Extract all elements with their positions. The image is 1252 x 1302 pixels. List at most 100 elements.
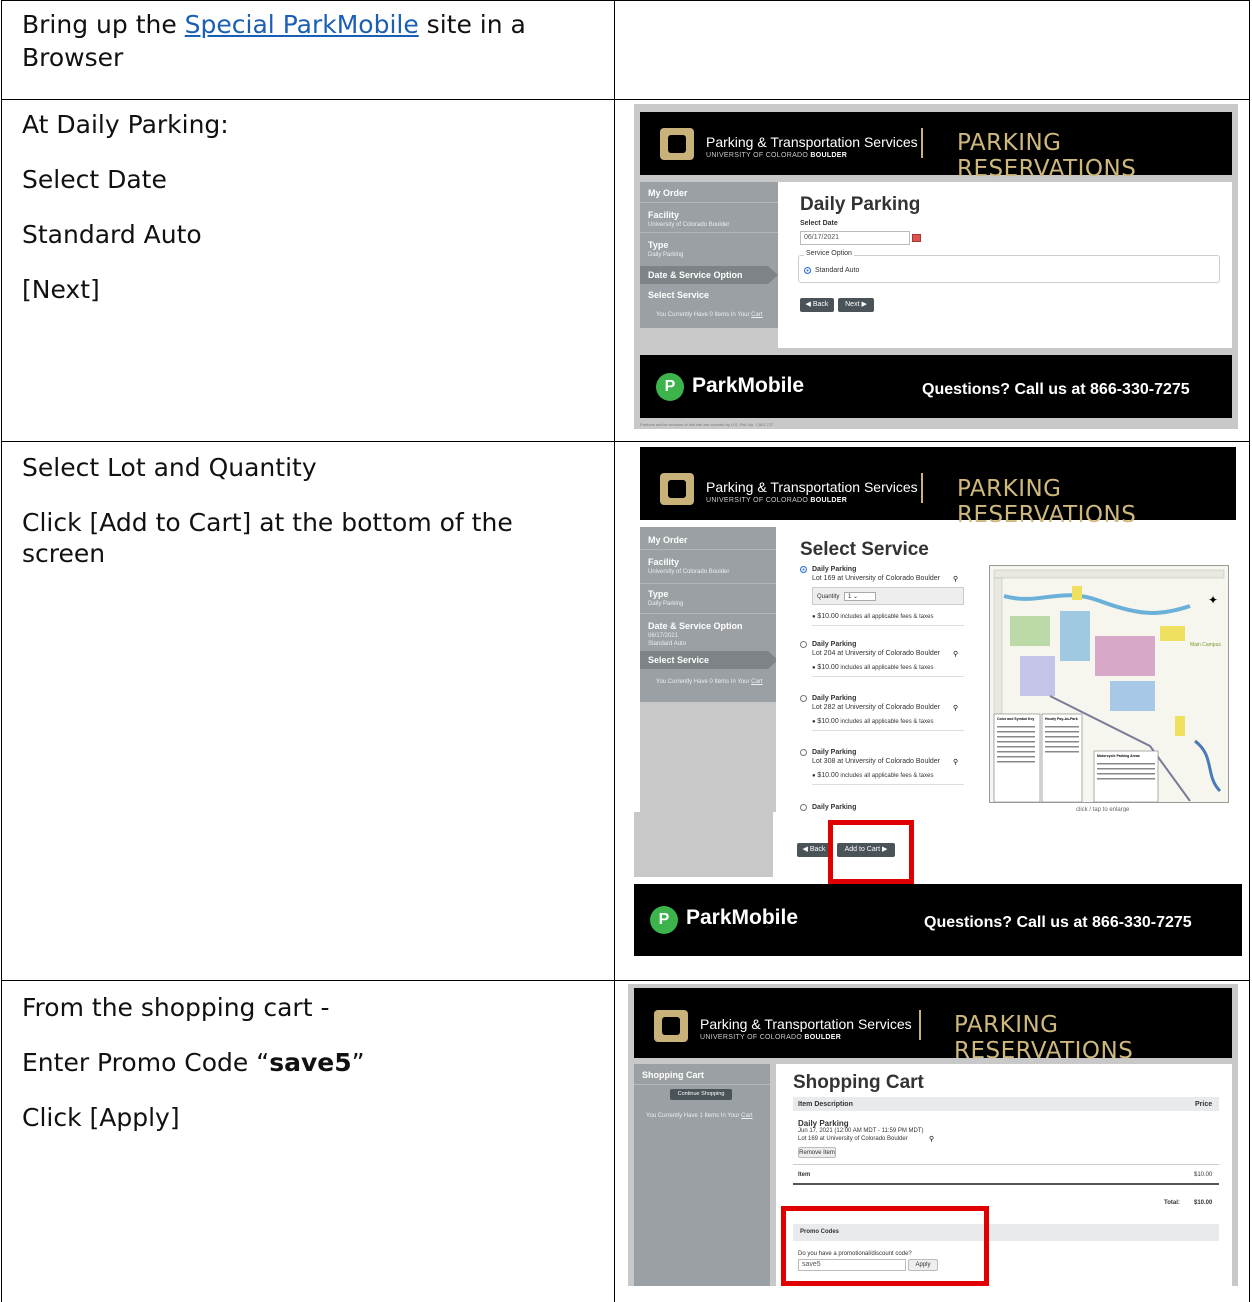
quantity-label: Quantity bbox=[817, 594, 840, 600]
cart-link[interactable]: Cart bbox=[751, 312, 762, 318]
row-divider-3 bbox=[1, 980, 1250, 981]
quantity-select[interactable]: 1 ⌄ bbox=[844, 592, 877, 601]
select-service-screenshot: Parking & Transportation Services UNIVER… bbox=[634, 447, 1242, 972]
campus-map-graphic: Main Campus ✦ Color and Symbol Key Hourl… bbox=[990, 566, 1228, 803]
instruction-line: Enter Promo Code “save5” bbox=[22, 1048, 365, 1103]
service-divider bbox=[812, 730, 964, 731]
row-divider-1 bbox=[1, 99, 1250, 100]
price-value: $10.00 bbox=[817, 613, 839, 620]
cart-table-header bbox=[793, 1097, 1219, 1111]
item-date: Jun 17, 2021 (12:00 AM MDT - 11:59 PM MD… bbox=[798, 1128, 924, 1134]
cart-sidebar: Shopping Cart Continue Shopping You Curr… bbox=[634, 1064, 770, 1286]
cu-logo-icon bbox=[654, 1010, 688, 1042]
calendar-icon[interactable] bbox=[912, 234, 921, 242]
parkmobile-footer: P ParkMobile Questions? Call us at 866-3… bbox=[634, 884, 1242, 956]
next-button[interactable]: Next ▶ bbox=[838, 298, 874, 312]
parkmobile-footer: P ParkMobile Questions? Call us at 866-3… bbox=[640, 355, 1232, 418]
lot-204-radio[interactable] bbox=[800, 641, 807, 648]
university-bold: BOULDER bbox=[810, 152, 848, 159]
sidebar-my-order: My Order bbox=[648, 535, 688, 545]
standard-auto-radio[interactable] bbox=[804, 267, 811, 274]
header-divider bbox=[919, 1010, 921, 1040]
university-bold: BOULDER bbox=[804, 1034, 842, 1041]
location-pin-icon[interactable]: ⚲ bbox=[953, 650, 958, 658]
price-note: includes all applicable fees & taxes bbox=[840, 719, 934, 725]
university-name: UNIVERSITY OF COLORADO BOULDER bbox=[706, 497, 847, 504]
select-service-form: Select Service Daily Parking Lot 169 at … bbox=[776, 527, 1236, 817]
remove-item-button[interactable]: Remove Item bbox=[798, 1147, 836, 1158]
total-value: $10.00 bbox=[1194, 1200, 1213, 1206]
sidebar-date-service[interactable]: Date & Service Option bbox=[648, 621, 743, 631]
org-name: Parking & Transportation Services bbox=[706, 134, 918, 150]
cu-header: Parking & Transportation Services UNIVER… bbox=[640, 447, 1236, 528]
service-name: Daily Parking bbox=[812, 641, 857, 648]
cart-status-text: You Currently Have 0 Items In Your bbox=[656, 679, 752, 685]
sidebar-select-service[interactable]: Select Service bbox=[648, 290, 709, 300]
date-input[interactable]: 06/17/2021 bbox=[800, 231, 910, 245]
sidebar-divider bbox=[640, 549, 776, 550]
parkmobile-logo-icon: P bbox=[650, 906, 678, 934]
cu-logo-icon bbox=[660, 128, 694, 160]
header-divider bbox=[921, 128, 923, 158]
instruction-line: Select Date bbox=[22, 165, 167, 194]
sidebar-facility: Facility bbox=[648, 557, 680, 567]
instruction-text: site in a bbox=[418, 10, 526, 39]
lot-308-radio[interactable] bbox=[800, 749, 807, 756]
continue-shopping-button[interactable]: Continue Shopping bbox=[670, 1089, 732, 1100]
service-lot: Lot 204 at University of Colorado Boulde… bbox=[812, 650, 941, 657]
cart-status-text: You Currently Have 0 Items In Your bbox=[656, 312, 752, 318]
patent-notice: Portions and/or versions of this site ar… bbox=[640, 422, 774, 427]
item-label: Item bbox=[798, 1172, 811, 1178]
service-price: ● $10.00 includes all applicable fees & … bbox=[812, 718, 934, 725]
item-lot: Lot 169 at University of Colorado Boulde… bbox=[798, 1136, 908, 1142]
cart-link[interactable]: Cart bbox=[751, 679, 762, 685]
university-text: UNIVERSITY OF COLORADO bbox=[706, 152, 811, 159]
sidebar-facility-value: University of Colorado Boulder bbox=[648, 569, 730, 575]
sidebar-type: Type bbox=[648, 589, 669, 599]
add-to-cart-highlight bbox=[828, 820, 914, 884]
service-price: ● $10.00 includes all applicable fees & … bbox=[812, 613, 934, 620]
special-parkmobile-link[interactable]: Special ParkMobile bbox=[185, 10, 419, 39]
location-pin-icon[interactable]: ⚲ bbox=[953, 575, 958, 583]
quantity-value: 1 bbox=[848, 594, 852, 600]
instruction-line: Click [Apply] bbox=[22, 1103, 180, 1132]
map-legend-title: Hourly Pay-As-Park bbox=[1045, 717, 1078, 721]
lot-282-radio[interactable] bbox=[800, 695, 807, 702]
university-text: UNIVERSITY OF COLORADO bbox=[700, 1034, 805, 1041]
sidebar-facility-value: University of Colorado Boulder bbox=[648, 222, 730, 228]
service-price: ● $10.00 includes all applicable fees & … bbox=[812, 772, 934, 779]
back-button[interactable]: ◀ Back bbox=[797, 843, 831, 857]
north-arrow-icon: ✦ bbox=[1208, 593, 1218, 607]
cu-header: Parking & Transportation Services UNIVER… bbox=[640, 112, 1232, 182]
price-header: Price bbox=[1195, 1101, 1213, 1108]
daily-parking-form: Daily Parking Select Date 06/17/2021 Ser… bbox=[778, 182, 1232, 348]
service-option-legend: Service Option bbox=[804, 250, 854, 257]
instruction-line: From the shopping cart - bbox=[22, 993, 330, 1022]
lot-radio[interactable] bbox=[800, 804, 807, 811]
location-pin-icon[interactable]: ⚲ bbox=[953, 758, 958, 766]
daily-parking-screenshot: Parking & Transportation Services UNIVER… bbox=[634, 104, 1238, 429]
service-price: ● $10.00 includes all applicable fees & … bbox=[812, 664, 934, 671]
university-name: UNIVERSITY OF COLORADO BOULDER bbox=[706, 152, 847, 159]
instruction-text: ” bbox=[351, 1048, 365, 1077]
header-divider bbox=[921, 473, 923, 503]
location-pin-icon[interactable]: ⚲ bbox=[953, 704, 958, 712]
cart-link[interactable]: Cart bbox=[741, 1113, 752, 1119]
price-value: $10.00 bbox=[817, 664, 839, 671]
row-4-instructions: From the shopping cart - Enter Promo Cod… bbox=[22, 993, 365, 1158]
cu-logo-icon bbox=[660, 473, 694, 505]
location-pin-icon[interactable]: ⚲ bbox=[929, 1135, 934, 1143]
grey-strip bbox=[634, 812, 776, 877]
sidebar-select-service[interactable]: Select Service bbox=[648, 655, 709, 665]
service-divider bbox=[812, 625, 964, 626]
sidebar-date-service[interactable]: Date & Service Option bbox=[648, 270, 743, 280]
instruction-line: Select Lot and Quantity bbox=[22, 453, 317, 482]
service-lot: Lot 169 at University of Colorado Boulde… bbox=[812, 575, 941, 582]
campus-map[interactable]: Main Campus ✦ Color and Symbol Key Hourl… bbox=[989, 565, 1229, 803]
header-title: PARKING RESERVATIONS bbox=[957, 130, 1137, 182]
order-sidebar: My Order Facility University of Colorado… bbox=[640, 182, 778, 328]
lot-169-radio[interactable] bbox=[800, 566, 807, 573]
back-button[interactable]: ◀ Back bbox=[800, 298, 834, 312]
sidebar-type-value: Daily Parking bbox=[648, 252, 684, 258]
service-name: Daily Parking bbox=[812, 695, 857, 702]
